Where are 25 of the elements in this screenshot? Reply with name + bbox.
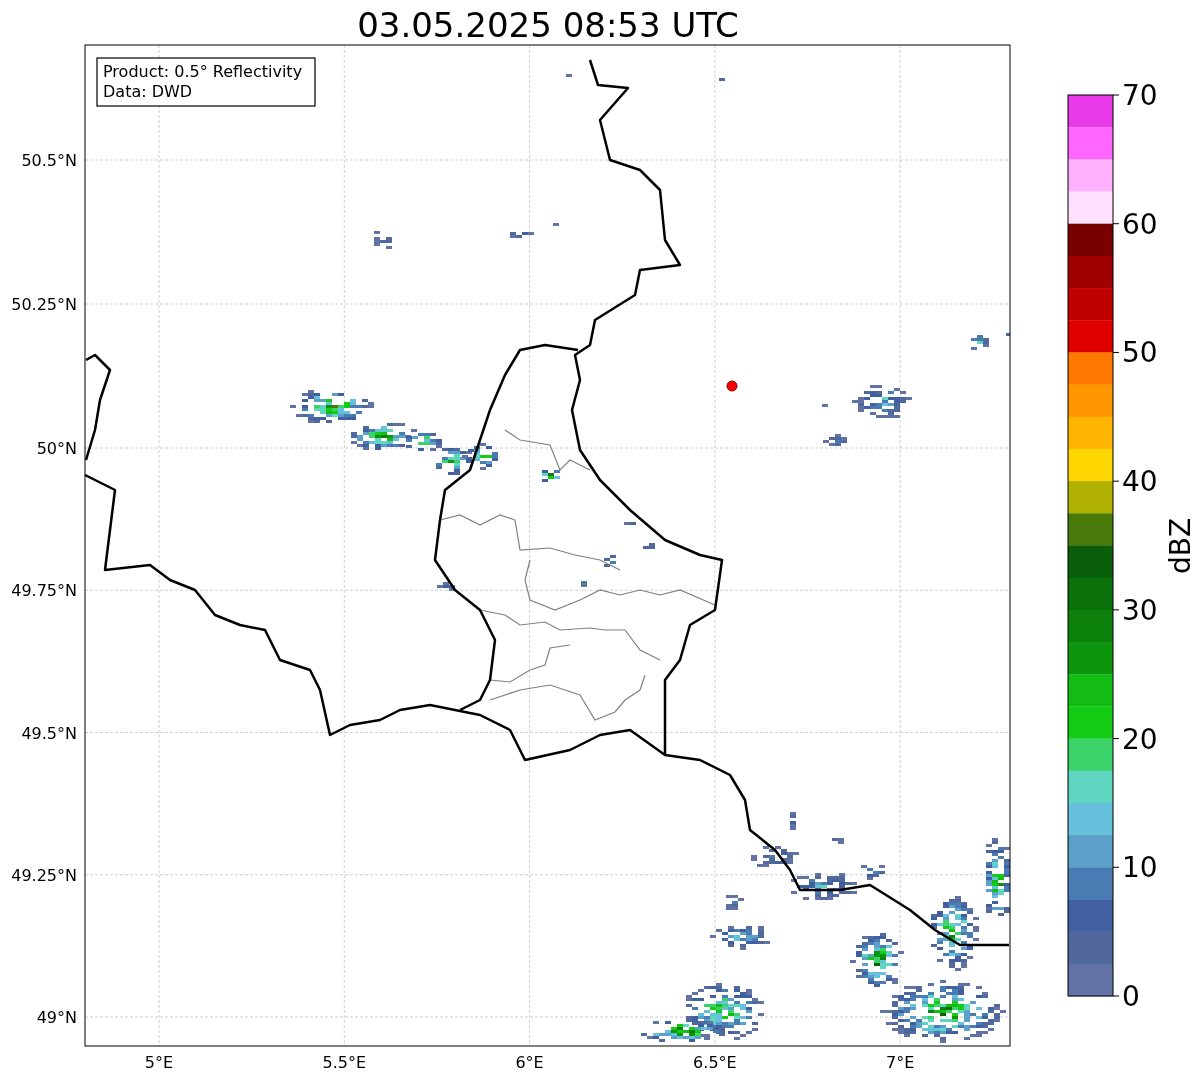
colorbar-tick-label: 60 (1122, 207, 1158, 241)
colorbar-label: dBZ (1164, 517, 1197, 575)
colorbar-tick-label: 30 (1122, 593, 1158, 627)
legend-text: Data: DWD (103, 82, 193, 101)
colorbar-tick-label: 70 (1122, 79, 1158, 112)
latitude-label: 49.25°N (11, 865, 77, 885)
latitude-label: 49°N (36, 1008, 77, 1027)
longitude-label: 5.5°E (322, 1053, 367, 1072)
colorbar-tick-label: 0 (1122, 980, 1140, 1013)
longitude-label: 7°E (886, 1053, 915, 1072)
latitude-label: 49.75°N (11, 581, 77, 601)
longitude-label: 6.5°E (693, 1053, 737, 1072)
legend-text: Product: 0.5° Reflectivity (103, 62, 303, 81)
latitude-label: 49.5°N (21, 723, 77, 743)
colorbar-tick-label: 20 (1122, 722, 1158, 756)
chart-title: 03.05.2025 08:53 UTC (357, 5, 739, 45)
latitude-label: 50°N (36, 439, 77, 458)
longitude-label: 6°E (515, 1053, 544, 1072)
longitude-label: 5°E (144, 1053, 174, 1072)
latitude-label: 50.25°N (11, 295, 77, 314)
radar-site-marker (726, 380, 738, 392)
colorbar-tick-label: 10 (1122, 851, 1158, 885)
colorbar-tick-label: 50 (1122, 336, 1158, 370)
colorbar-tick-label: 40 (1122, 465, 1158, 499)
latitude-label: 50.5°N (21, 151, 77, 170)
